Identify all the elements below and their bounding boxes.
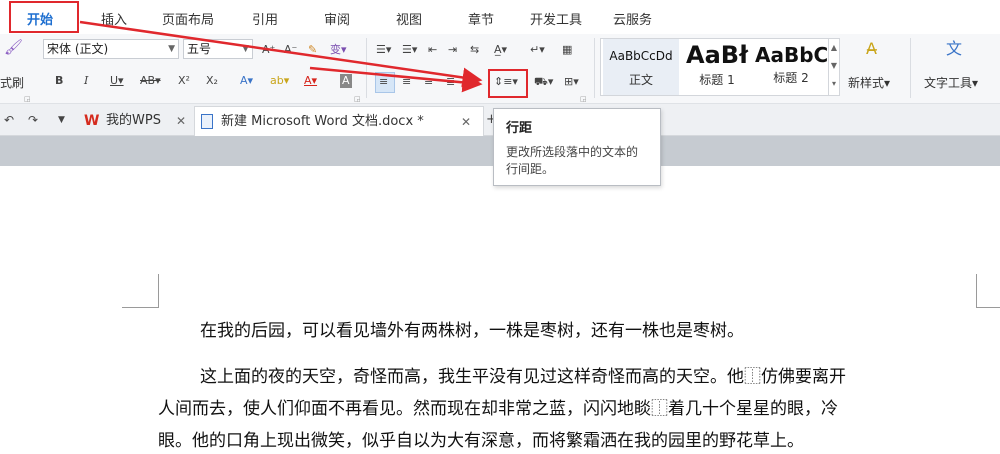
style-sample: AaBł — [686, 41, 748, 69]
font-color-icon[interactable]: A▾ — [304, 74, 317, 88]
tab-page-layout[interactable]: 页面布局 — [162, 9, 214, 28]
tooltip-description: 更改所选段落中的文本的行间距。 — [506, 145, 639, 176]
new-style-icon[interactable]: A̶ — [866, 41, 877, 57]
clear-format-icon[interactable]: ✎ — [308, 43, 317, 57]
bold-icon[interactable]: B — [55, 74, 63, 88]
style-name: 标题 2 — [773, 71, 809, 85]
style-normal[interactable]: AaBbCcDd 正文 — [603, 39, 679, 95]
tab-section[interactable]: 章节 — [468, 9, 494, 28]
underline-icon[interactable]: U▾ — [110, 74, 124, 88]
divider — [594, 38, 595, 98]
style-heading-2[interactable]: AaBbC 标题 2 — [755, 39, 827, 95]
text-direction-icon[interactable]: A̲▾ — [494, 43, 507, 57]
distributed-align-icon[interactable]: ▤ — [467, 75, 477, 89]
strikethrough-icon[interactable]: AB▾ — [140, 74, 161, 88]
align-left-icon[interactable]: ≡ — [379, 75, 388, 89]
pinyin-guide-icon[interactable]: 变▾ — [330, 43, 347, 57]
increase-indent-icon[interactable]: ⇥ — [448, 43, 457, 57]
tab-document[interactable]: 新建 Microsoft Word 文档.docx * ✕ — [194, 106, 484, 136]
style-sample: AaBbC — [755, 43, 827, 67]
style-heading-1[interactable]: AaBł 标题 1 — [681, 39, 753, 95]
style-gallery-scroll[interactable]: ▲ ▼ ▾ — [828, 39, 839, 95]
font-name-select[interactable]: 宋体 (正文) ▼ — [43, 39, 179, 59]
align-right-icon[interactable]: ≡ — [424, 75, 433, 89]
close-icon[interactable]: ✕ — [461, 107, 471, 137]
borders-icon[interactable]: ⊞▾ — [564, 75, 579, 89]
text-tools-button[interactable]: 文字工具▾ — [924, 76, 978, 90]
paragraph-2-line-1: 这上面的夜的天空，奇怪而高，我生平没有见过这样奇怪而高的天空。他⿰仿佛要离开 — [200, 367, 846, 387]
table-grid-icon[interactable]: ▦ — [562, 43, 572, 57]
paragraph-2-line-3: 眼。他的口角上现出微笑，似乎自以为大有深意，而将繁霜洒在我的园里的野花草上。 — [158, 431, 804, 451]
redo-icon[interactable]: ↷ — [28, 113, 38, 127]
document-icon — [201, 114, 213, 129]
margin-corner-marker — [158, 274, 159, 308]
style-gallery: AaBbCcDd 正文 AaBł 标题 1 AaBbC 标题 2 ▲ ▼ ▾ — [600, 38, 840, 96]
text-effect-icon[interactable]: A▾ — [240, 74, 253, 88]
tab-developer[interactable]: 开发工具 — [530, 9, 582, 28]
chevron-down-icon: ▼ — [242, 44, 249, 54]
align-center-icon[interactable]: ≡ — [402, 75, 411, 89]
home-tab-highlight-box — [9, 1, 79, 33]
paragraph-2-line-2: 人间而去，使人们仰面不再看见。然而现在却非常之蓝，闪闪地睒⿰着几十个星星的眼，冷 — [158, 399, 838, 419]
undo-icon[interactable]: ↶ — [4, 113, 14, 127]
tab-label: 我的WPS — [106, 113, 161, 128]
divider — [910, 38, 911, 98]
paragraph-1: 在我的后园，可以看见墙外有两株树，一株是枣树，还有一株也是枣树。 — [200, 321, 744, 341]
text-tools-label: 文字工具 — [924, 76, 973, 90]
chevron-down-icon: ▼ — [168, 44, 175, 54]
margin-corner-marker — [122, 307, 158, 308]
tooltip-title: 行距 — [506, 121, 533, 136]
font-size-select[interactable]: 五号 ▼ — [183, 39, 253, 59]
line-spacing-tooltip: 行距 更改所选段落中的文本的行间距。 — [493, 108, 661, 186]
tab-references[interactable]: 引用 — [252, 9, 278, 28]
text-tools-icon[interactable]: 文 — [946, 41, 962, 57]
chinese-layout-icon[interactable]: ⇆ — [470, 43, 479, 57]
tab-label: 新建 Microsoft Word 文档.docx * — [221, 114, 424, 129]
style-name: 正文 — [628, 73, 653, 87]
tab-my-wps[interactable]: W 我的WPS ✕ — [78, 106, 194, 136]
new-style-button[interactable]: 新样式▾ — [848, 76, 890, 90]
line-spacing-highlight-box — [488, 69, 528, 98]
shrink-font-icon[interactable]: A⁻ — [284, 43, 297, 57]
margin-corner-marker — [976, 274, 977, 308]
show-marks-icon[interactable]: ↵▾ — [530, 43, 545, 57]
format-painter-icon[interactable]: 🖌 — [4, 40, 23, 55]
grow-font-icon[interactable]: A⁺ — [262, 43, 275, 57]
decrease-indent-icon[interactable]: ⇤ — [428, 43, 437, 57]
italic-icon[interactable]: I — [84, 74, 88, 88]
close-icon[interactable]: ✕ — [176, 106, 186, 136]
wps-logo-icon: W — [84, 113, 100, 129]
paragraph-shading-icon[interactable]: ⛟▾ — [534, 75, 553, 89]
tab-view[interactable]: 视图 — [396, 9, 422, 28]
margin-corner-marker — [976, 307, 1000, 308]
style-sample: AaBbCcDd — [609, 49, 673, 63]
ribbon: 🖌 式刷 ◲ 宋体 (正文) ▼ 五号 ▼ A⁺ A⁻ ✎ 变▾ B I U▾ … — [0, 34, 1000, 104]
divider — [366, 38, 367, 98]
tab-review[interactable]: 审阅 — [324, 9, 350, 28]
superscript-icon[interactable]: X² — [178, 74, 190, 88]
tab-insert[interactable]: 插入 — [101, 9, 127, 28]
new-style-label: 新样式 — [848, 76, 885, 90]
menu-bar: 开始 插入 页面布局 引用 审阅 视图 章节 开发工具 云服务 — [0, 0, 1000, 34]
font-name-value: 宋体 (正文) — [47, 42, 109, 56]
tab-cloud[interactable]: 云服务 — [613, 9, 652, 28]
quick-access-dropdown-icon[interactable]: ▼ — [58, 113, 65, 127]
font-size-value: 五号 — [187, 42, 212, 56]
bullet-list-icon[interactable]: ☰▾ — [376, 43, 391, 57]
justify-icon[interactable]: ≣ — [446, 75, 455, 89]
highlight-color-icon[interactable]: ab▾ — [270, 74, 289, 88]
style-name: 标题 1 — [699, 73, 735, 87]
format-painter-label[interactable]: 式刷 — [0, 76, 24, 90]
subscript-icon[interactable]: X₂ — [206, 74, 218, 88]
document-page[interactable]: 在我的后园，可以看见墙外有两株树，一株是枣树，还有一株也是枣树。 这上面的夜的天… — [0, 166, 1000, 454]
char-shading-icon[interactable]: A — [340, 74, 352, 88]
numbered-list-icon[interactable]: ☰▾ — [402, 43, 417, 57]
